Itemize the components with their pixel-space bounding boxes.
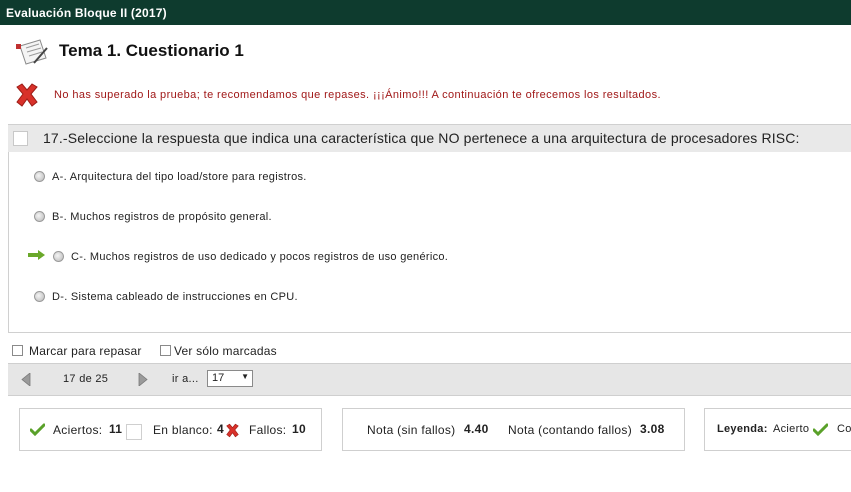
- check-icon: [30, 423, 45, 436]
- correct-answer-arrow-icon: [28, 250, 45, 260]
- nota-sin-fallos-value: 4.40: [464, 422, 489, 436]
- answer-d-radio[interactable]: [34, 291, 45, 302]
- question-header: 17.-Seleccione la respuesta que indica u…: [8, 124, 851, 153]
- blanco-count: 4: [217, 422, 224, 436]
- legend-label: Leyenda:: [717, 423, 768, 435]
- blanco-label: En blanco:: [153, 423, 213, 437]
- legend-next-label: Co: [837, 423, 851, 435]
- nota-con-fallos-value: 3.08: [640, 422, 665, 436]
- goto-select-value: 17: [212, 372, 225, 384]
- question-position: 17 de 25: [63, 373, 109, 385]
- legend-box: Leyenda: Acierto Co: [704, 408, 851, 451]
- goto-select[interactable]: 17 ▼: [207, 370, 253, 387]
- exam-paper-icon: [16, 39, 48, 65]
- aciertos-count: 11: [109, 422, 123, 436]
- previous-arrow-icon[interactable]: [21, 373, 31, 386]
- question-text: 17.-Seleccione la respuesta que indica u…: [43, 130, 800, 146]
- answer-c-radio[interactable]: [53, 251, 64, 262]
- answer-list: A-. Arquitectura del tipo load/store par…: [8, 152, 851, 333]
- fail-cross-icon: [16, 83, 38, 107]
- stats-box: Aciertos: 11 En blanco: 4 Fallos: 10: [19, 408, 322, 451]
- answer-a-radio[interactable]: [34, 171, 45, 182]
- chevron-down-icon: ▼: [241, 372, 249, 381]
- next-arrow-icon[interactable]: [138, 373, 148, 386]
- legend-acierto-label: Acierto: [773, 423, 810, 435]
- nota-sin-fallos-label: Nota (sin fallos): [367, 423, 456, 437]
- show-marked-checkbox[interactable]: [160, 345, 171, 356]
- answer-a-label: A-. Arquitectura del tipo load/store par…: [52, 171, 307, 183]
- answer-d-label: D-. Sistema cableado de instrucciones en…: [52, 291, 298, 303]
- window-title: Evaluación Bloque II (2017): [6, 6, 167, 20]
- scores-box: Nota (sin fallos) 4.40 Nota (contando fa…: [342, 408, 685, 451]
- blank-icon: [126, 424, 142, 440]
- mark-review-checkbox[interactable]: [12, 345, 23, 356]
- goto-label: ir a...: [172, 373, 199, 385]
- result-message: No has superado la prueba; te recomendam…: [54, 89, 661, 101]
- fallos-label: Fallos:: [249, 423, 287, 437]
- check-icon: [813, 423, 828, 436]
- nota-con-fallos-label: Nota (contando fallos): [508, 423, 632, 437]
- question-flag-box[interactable]: [13, 131, 28, 146]
- aciertos-label: Aciertos:: [53, 423, 103, 437]
- answer-b-label: B-. Muchos registros de propósito genera…: [52, 211, 272, 223]
- fallos-count: 10: [292, 422, 306, 436]
- page-title: Tema 1. Cuestionario 1: [59, 41, 244, 60]
- mark-review-label: Marcar para repasar: [29, 344, 142, 358]
- window-titlebar: Evaluación Bloque II (2017): [0, 0, 851, 25]
- question-navigation: 17 de 25 ir a... 17 ▼: [8, 363, 851, 396]
- fail-cross-icon: [226, 423, 239, 438]
- answer-c-label: C-. Muchos registros de uso dedicado y p…: [71, 251, 449, 263]
- show-marked-label: Ver sólo marcadas: [174, 344, 277, 358]
- answer-b-radio[interactable]: [34, 211, 45, 222]
